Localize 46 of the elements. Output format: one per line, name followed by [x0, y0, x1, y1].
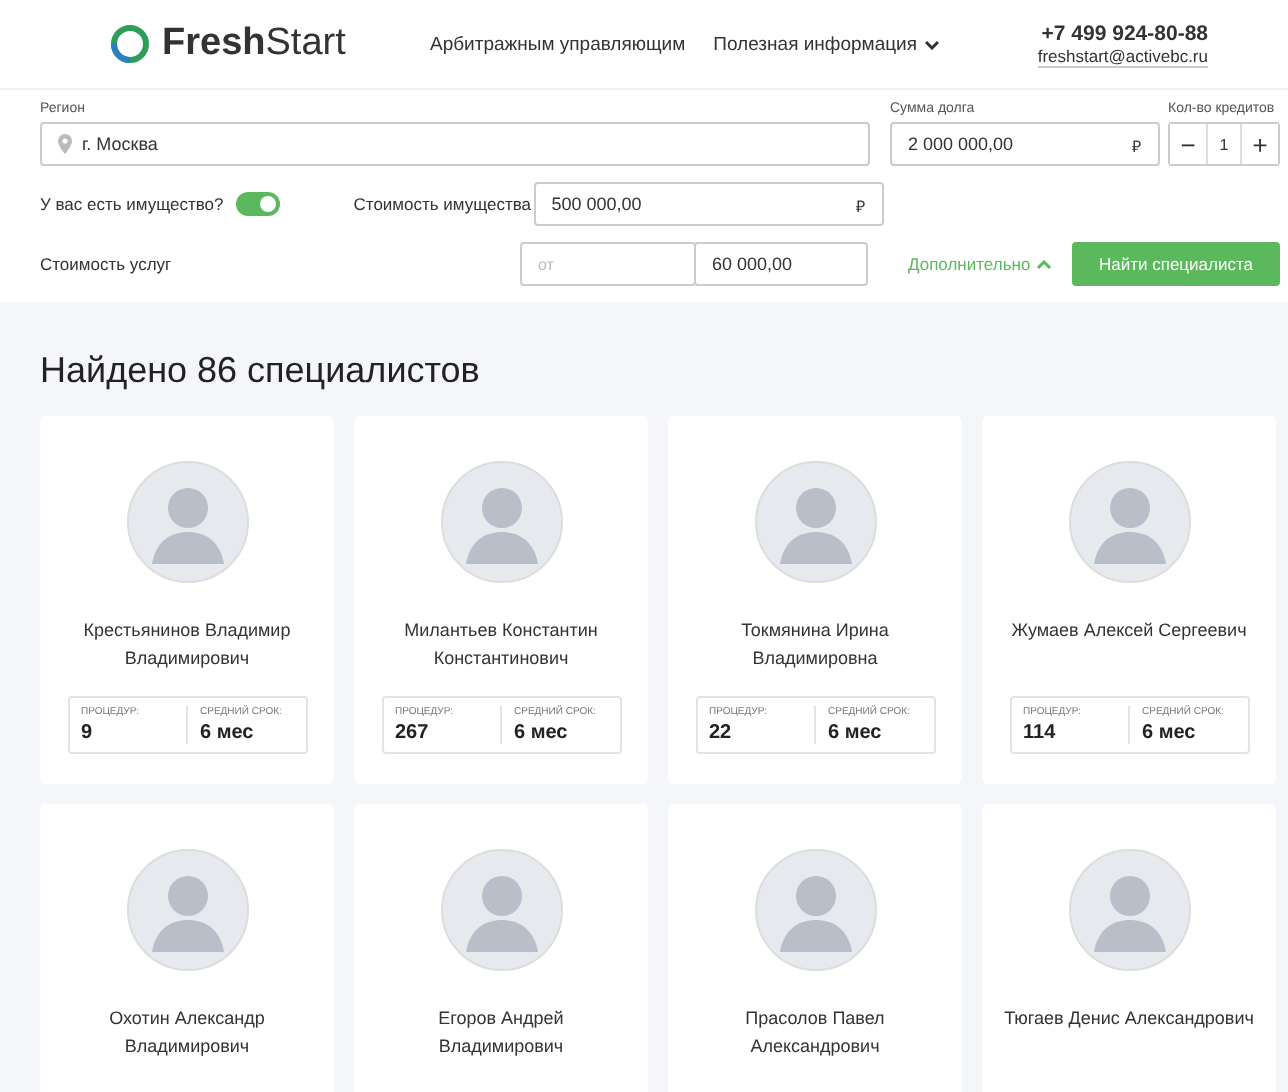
specialist-name: Крестьянинов Владимир Владимирович — [81, 618, 293, 672]
specialist-name: Тюгаев Денис Александрович — [1002, 1006, 1256, 1032]
results-heading: Найдено 86 специалистов — [40, 350, 482, 392]
field-label: Стоимость услуг — [40, 254, 174, 274]
specialist-card[interactable]: Охотин Александр Владимирович — [40, 804, 334, 1092]
stat-value: 114 — [1023, 722, 1058, 744]
stat-value: 6 мес — [200, 722, 256, 744]
from-field[interactable]: от — [520, 242, 696, 286]
avatar-icon — [125, 848, 249, 972]
phone-number: +7 499 924-80-88 — [1041, 21, 1208, 45]
to-field[interactable]: 60 000,00 — [694, 242, 868, 286]
specialist-card[interactable]: Тюгаев Денис Александрович — [982, 804, 1276, 1092]
stat-value: 6 мес — [1142, 722, 1198, 744]
region-field[interactable]: г. Москва — [40, 122, 870, 166]
avatar-icon — [125, 460, 249, 584]
location-pin-icon — [58, 134, 72, 154]
stat-value: 9 — [81, 722, 95, 744]
debt-field[interactable]: 2 000 000,00 ₽ — [890, 122, 1160, 166]
avatar-icon — [753, 460, 877, 584]
specialist-card[interactable]: Егоров Андрей Владимирович — [354, 804, 648, 1092]
stat-value: 6 мес — [514, 722, 570, 744]
stat-value: 6 мес — [828, 722, 884, 744]
property-toggle[interactable] — [235, 192, 280, 216]
specialist-name: Токмянина Ирина Владимировна — [739, 618, 891, 672]
toggle-label: У вас есть имущество? — [40, 194, 224, 214]
avatar-icon — [1067, 848, 1191, 972]
avatar-icon — [439, 848, 563, 972]
field-label: Стоимость имущества — [353, 194, 534, 214]
avatar-icon — [1067, 460, 1191, 584]
avatar-icon — [753, 848, 877, 972]
specialist-name: Прасолов Павел Александрович — [743, 1006, 887, 1060]
logo-text[interactable]: FreshStart — [162, 22, 346, 66]
email-link[interactable]: freshstart@activebc.ru — [1037, 45, 1208, 67]
logo-ring-icon — [110, 24, 150, 64]
nav-link[interactable]: Арбитражным управляющим — [430, 33, 686, 55]
property-cost-field[interactable]: 500 000,00 ₽ — [533, 182, 884, 226]
specialist-name: Охотин Александр Владимирович — [107, 1006, 267, 1060]
specialist-name: Жумаев Алексей Сергеевич — [1009, 618, 1249, 644]
nav-link[interactable]: Полезная информация — [713, 33, 939, 55]
stat-value: 22 — [709, 722, 734, 744]
specialist-card[interactable]: Прасолов Павел Александрович — [668, 804, 962, 1092]
avatar-icon — [439, 460, 563, 584]
chevron-icon — [1036, 259, 1053, 269]
stat-value: 267 — [395, 722, 431, 744]
specialist-name: Егоров Андрей Владимирович — [436, 1006, 566, 1060]
specialist-name: Милантьев Константин Константинович — [402, 618, 600, 672]
